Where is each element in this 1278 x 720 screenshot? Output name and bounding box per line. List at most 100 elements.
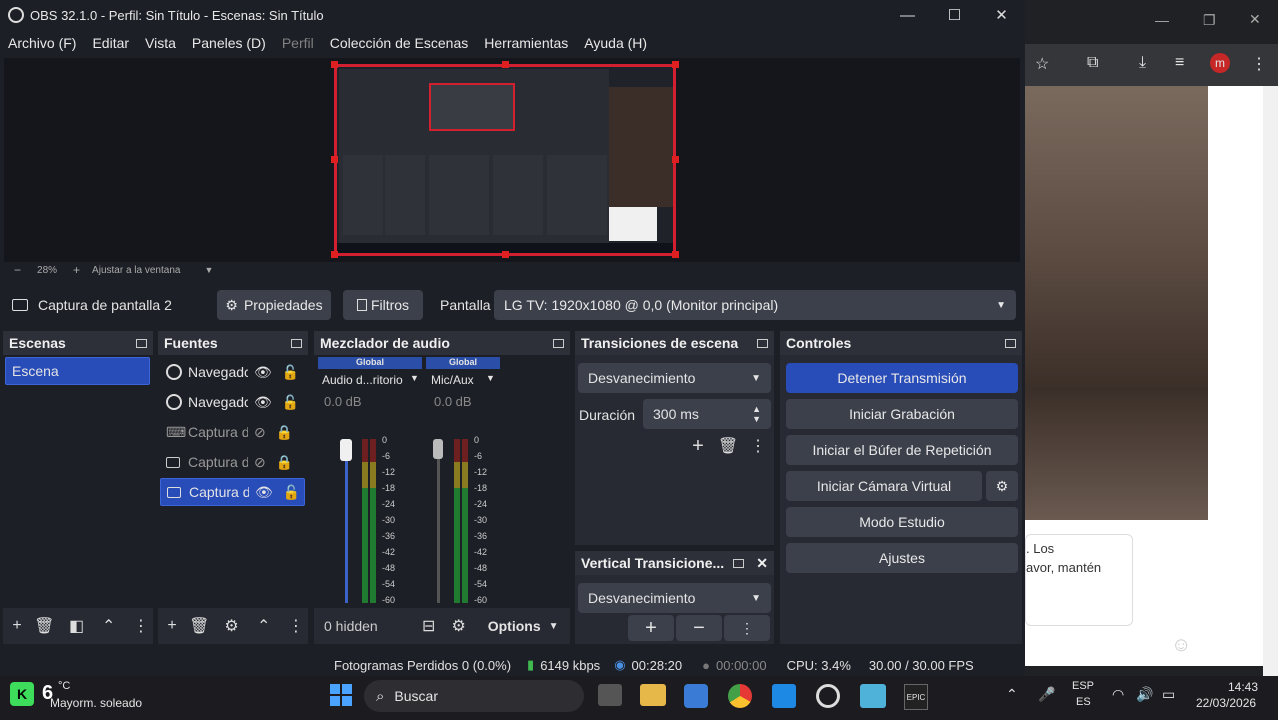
stop-stream-button[interactable]: Detener Transmisión [786,363,1018,393]
undock-icon[interactable] [733,558,745,568]
chevron-down-icon[interactable]: ▼ [204,265,213,275]
restore-icon[interactable]: ❐ [1203,12,1216,29]
chevron-down-icon[interactable]: ▼ [486,373,495,383]
chevron-down-icon[interactable]: ▼ [410,373,419,383]
layout-icon[interactable]: ⊟ [416,613,442,639]
resize-handle-bl[interactable] [331,251,338,258]
more-icon[interactable]: ⋮ [129,613,153,639]
add-scene-button[interactable]: + [5,613,29,639]
resize-handle-br[interactable] [672,251,679,258]
search-box[interactable]: ⌕ Buscar [364,680,584,712]
menu-ayuda[interactable]: Ayuda (H) [576,35,655,51]
app-icon[interactable] [860,684,886,708]
replay-buffer-button[interactable]: Iniciar el Búfer de Repetición [786,435,1018,465]
volume-slider[interactable] [340,439,352,461]
star-icon[interactable]: ☆ [1035,54,1049,74]
settings-button[interactable]: Ajustes [786,543,1018,573]
microphone-icon[interactable]: 🎤 [1038,686,1055,703]
start-recording-button[interactable]: Iniciar Grabación [786,399,1018,429]
lock-icon[interactable]: 🔓 [282,394,299,411]
minimize-button[interactable]: — [884,0,931,30]
undock-icon[interactable] [136,338,147,348]
source-item[interactable]: Navegadc 👁 🔓 [160,388,305,416]
transition-select[interactable]: Desvanecimiento ▼ [578,363,771,393]
menu-archivo[interactable]: Archivo (F) [0,35,84,51]
resize-handle-t[interactable] [502,61,509,68]
eye-hidden-icon[interactable]: ⊘ [254,454,266,471]
volume-slider[interactable] [433,439,443,459]
studio-mode-button[interactable]: Modo Estudio [786,507,1018,537]
trash-icon[interactable]: 🗑 [715,433,741,459]
trash-icon[interactable]: 🗑 [187,613,211,639]
scrollbar[interactable] [1263,86,1278,676]
gear-icon[interactable]: ⚙ [986,471,1018,501]
undock-icon[interactable] [1005,338,1016,348]
eye-hidden-icon[interactable]: ⊘ [254,424,266,441]
vertical-transition-select[interactable]: Desvanecimiento ▼ [578,583,771,613]
menu-perfil[interactable]: Perfil [274,35,322,51]
preview-source-image[interactable] [334,64,676,256]
zoom-in-button[interactable]: + [73,263,80,277]
menu-vista[interactable]: Vista [137,35,184,51]
kick-icon[interactable]: K [10,682,34,706]
app-icon[interactable] [772,684,796,708]
emoji-icon[interactable]: ☺ [1171,634,1191,657]
close-button[interactable]: ✕ [978,0,1025,30]
options-button[interactable]: Options ▼ [488,618,559,634]
resize-handle-tr[interactable] [672,61,679,68]
lock-icon[interactable]: 🔒 [276,424,293,441]
battery-icon[interactable]: ▭ [1162,686,1175,703]
more-icon[interactable]: ⋮ [745,433,771,459]
store-icon[interactable] [684,684,708,708]
volume-icon[interactable]: 🔊 [1136,686,1153,703]
resize-handle-b[interactable] [502,251,509,258]
trash-icon[interactable]: 🗑 [32,613,56,639]
resize-handle-r[interactable] [672,156,679,163]
properties-button[interactable]: ⚙ Propiedades [217,290,331,320]
chevron-up-icon[interactable]: ⌃ [252,613,276,639]
menu-editar[interactable]: Editar [84,35,137,51]
extensions-icon[interactable]: ⧉ [1087,54,1098,72]
clock-time[interactable]: 14:43 [1228,680,1258,694]
epic-games-icon[interactable]: EPIC [904,684,928,710]
lang-primary[interactable]: ESP [1072,680,1094,692]
gear-icon[interactable]: ⚙ [446,613,472,639]
undock-icon[interactable] [757,338,768,348]
source-item[interactable]: Captura d ⊘ 🔒 [160,448,305,476]
media-icon[interactable]: ≡ [1175,54,1184,72]
maximize-button[interactable]: ☐ [931,0,978,30]
lock-icon[interactable]: 🔓 [282,364,299,381]
close-icon[interactable]: ✕ [756,555,768,572]
hidden-count[interactable]: 0 hidden [324,618,378,634]
gear-icon[interactable]: ⚙ [219,613,243,639]
chrome-icon[interactable] [728,684,752,708]
filter-icon[interactable]: ◧ [64,613,88,639]
add-vertical-transition-button[interactable]: + [628,615,674,641]
menu-paneles[interactable]: Paneles (D) [184,35,274,51]
zoom-out-button[interactable]: − [14,263,21,277]
obs-icon[interactable] [816,684,840,708]
close-icon[interactable]: ✕ [1249,11,1261,28]
windows-start-icon[interactable] [330,684,352,706]
wifi-icon[interactable]: ◠ [1112,686,1124,703]
task-view-icon[interactable] [598,684,622,706]
add-source-button[interactable]: + [160,613,184,639]
spin-arrows-icon[interactable]: ▲ ▼ [752,404,761,424]
chevron-up-icon[interactable]: ⌃ [97,613,121,639]
undock-icon[interactable] [553,338,564,348]
chevron-up-icon[interactable]: ⌃ [1006,686,1018,703]
add-transition-button[interactable]: + [685,433,711,459]
eye-icon[interactable]: 👁 [255,484,273,501]
scene-item[interactable]: Escena [5,357,150,385]
undock-icon[interactable] [291,338,302,348]
filters-button[interactable]: Filtros [343,290,423,320]
remove-vertical-transition-button[interactable]: − [676,615,722,641]
menu-coleccion[interactable]: Colección de Escenas [322,35,477,51]
minimize-icon[interactable]: — [1155,12,1169,28]
download-icon[interactable]: ⤓ [1139,54,1146,72]
duration-spinbox[interactable]: 300 ms ▲ ▼ [643,399,771,429]
resize-handle-l[interactable] [331,156,338,163]
eye-icon[interactable]: 👁 [254,364,272,381]
avatar[interactable]: m [1210,53,1230,73]
file-explorer-icon[interactable] [640,684,666,706]
